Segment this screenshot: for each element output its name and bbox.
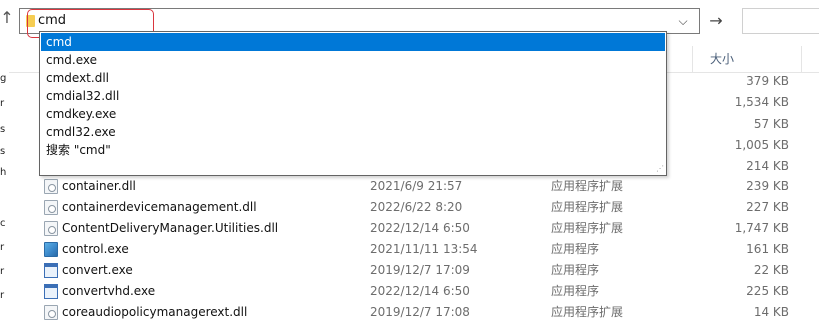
dll-icon — [44, 179, 58, 194]
autocomplete-item[interactable]: cmdkey.exe — [41, 105, 665, 123]
file-date: 2021/6/9 21:57 — [370, 179, 463, 193]
folder-icon — [26, 15, 35, 27]
file-date: 2019/12/7 17:08 — [370, 305, 470, 319]
file-type: 应用程序扩展 — [551, 200, 624, 214]
column-divider[interactable] — [801, 46, 802, 72]
up-arrow-icon[interactable]: ↑ — [0, 8, 14, 28]
file-name: control.exe — [62, 242, 129, 256]
file-date: 2019/12/7 17:09 — [370, 263, 470, 277]
file-row[interactable]: convertvhd.exe 2022/12/14 6:50 应用程序 225 … — [9, 281, 819, 302]
file-size: 14 KB — [753, 305, 789, 319]
nav-item-fragment[interactable]: g — [0, 73, 9, 85]
file-type: 应用程序 — [551, 263, 600, 277]
dll-icon — [44, 200, 58, 215]
file-type: 应用程序 — [551, 242, 600, 256]
autocomplete-item[interactable]: cmd — [41, 33, 665, 51]
nav-item-fragment[interactable]: h — [0, 167, 9, 179]
dll-icon — [44, 221, 58, 236]
file-size: 214 KB — [746, 159, 789, 173]
file-size: 227 KB — [746, 200, 789, 214]
exe-icon — [44, 263, 58, 278]
file-size: 22 KB — [753, 263, 789, 277]
nav-item-fragment[interactable]: r — [0, 266, 9, 278]
nav-item-fragment[interactable]: s — [0, 124, 9, 136]
column-header-size[interactable]: 大小 — [701, 46, 801, 72]
file-size: 379 KB — [746, 74, 789, 88]
search-input[interactable] — [742, 8, 819, 34]
file-size: 1,534 KB — [734, 95, 789, 109]
autocomplete-dropdown[interactable]: cmd cmd.exe cmdext.dll cmdial32.dll cmdk… — [39, 31, 667, 176]
file-size: 225 KB — [746, 284, 789, 298]
file-row[interactable]: container.dll 2021/6/9 21:57 应用程序扩展 239 … — [9, 176, 819, 197]
file-date: 2022/12/14 6:50 — [370, 221, 470, 235]
file-row[interactable]: control.exe 2021/11/11 13:54 应用程序 161 KB — [9, 239, 819, 260]
file-date: 2022/6/22 8:20 — [370, 200, 463, 214]
file-row[interactable]: containerdevicemanagement.dll 2022/6/22 … — [9, 197, 819, 218]
column-divider[interactable] — [692, 46, 693, 72]
file-name: container.dll — [62, 179, 136, 193]
exe-icon — [44, 284, 58, 299]
autocomplete-search-item[interactable]: 搜索 "cmd" — [41, 141, 665, 159]
file-size: 1,747 KB — [734, 221, 789, 235]
file-name: convert.exe — [62, 263, 133, 277]
file-name: ContentDeliveryManager.Utilities.dll — [62, 221, 279, 235]
nav-item-fragment[interactable]: r — [0, 290, 9, 302]
file-type: 应用程序扩展 — [551, 305, 624, 319]
autocomplete-item[interactable]: cmd.exe — [41, 51, 665, 69]
file-size: 57 KB — [753, 117, 789, 131]
nav-item-fragment[interactable]: r — [0, 98, 9, 110]
autocomplete-item[interactable]: cmdl32.exe — [41, 123, 665, 141]
address-input[interactable] — [38, 10, 598, 32]
file-date: 2022/12/14 6:50 — [370, 284, 470, 298]
file-date: 2021/11/11 13:54 — [370, 242, 478, 256]
file-row[interactable]: ContentDeliveryManager.Utilities.dll 202… — [9, 218, 819, 239]
nav-item-fragment[interactable]: s — [0, 146, 9, 158]
file-size: 239 KB — [746, 179, 789, 193]
file-name: convertvhd.exe — [62, 284, 156, 298]
file-name: containerdevicemanagement.dll — [62, 200, 257, 214]
nav-item-fragment[interactable]: r — [0, 242, 9, 254]
file-type: 应用程序 — [551, 284, 600, 298]
file-type: 应用程序扩展 — [551, 179, 624, 193]
chevron-down-icon[interactable]: ⌵ — [675, 12, 691, 30]
autocomplete-item[interactable]: cmdial32.dll — [41, 87, 665, 105]
file-row[interactable]: coreaudiopolicymanagerext.dll 2019/12/7 … — [9, 302, 819, 323]
file-size: 161 KB — [746, 242, 789, 256]
autocomplete-item[interactable]: cmdext.dll — [41, 69, 665, 87]
file-type: 应用程序扩展 — [551, 221, 624, 235]
navigation-pane[interactable]: s g r s h c r r r — [0, 40, 9, 327]
file-size: 1,005 KB — [734, 138, 789, 152]
file-name: coreaudiopolicymanagerext.dll — [62, 305, 248, 319]
dll-icon — [44, 305, 58, 320]
nav-item-fragment[interactable]: c — [0, 218, 9, 230]
resize-grip-icon[interactable]: ⋰ — [656, 165, 664, 173]
arrow-right-icon[interactable]: → — [704, 10, 728, 32]
file-row[interactable]: convert.exe 2019/12/7 17:09 应用程序 22 KB — [9, 260, 819, 281]
control-panel-icon — [44, 242, 58, 257]
